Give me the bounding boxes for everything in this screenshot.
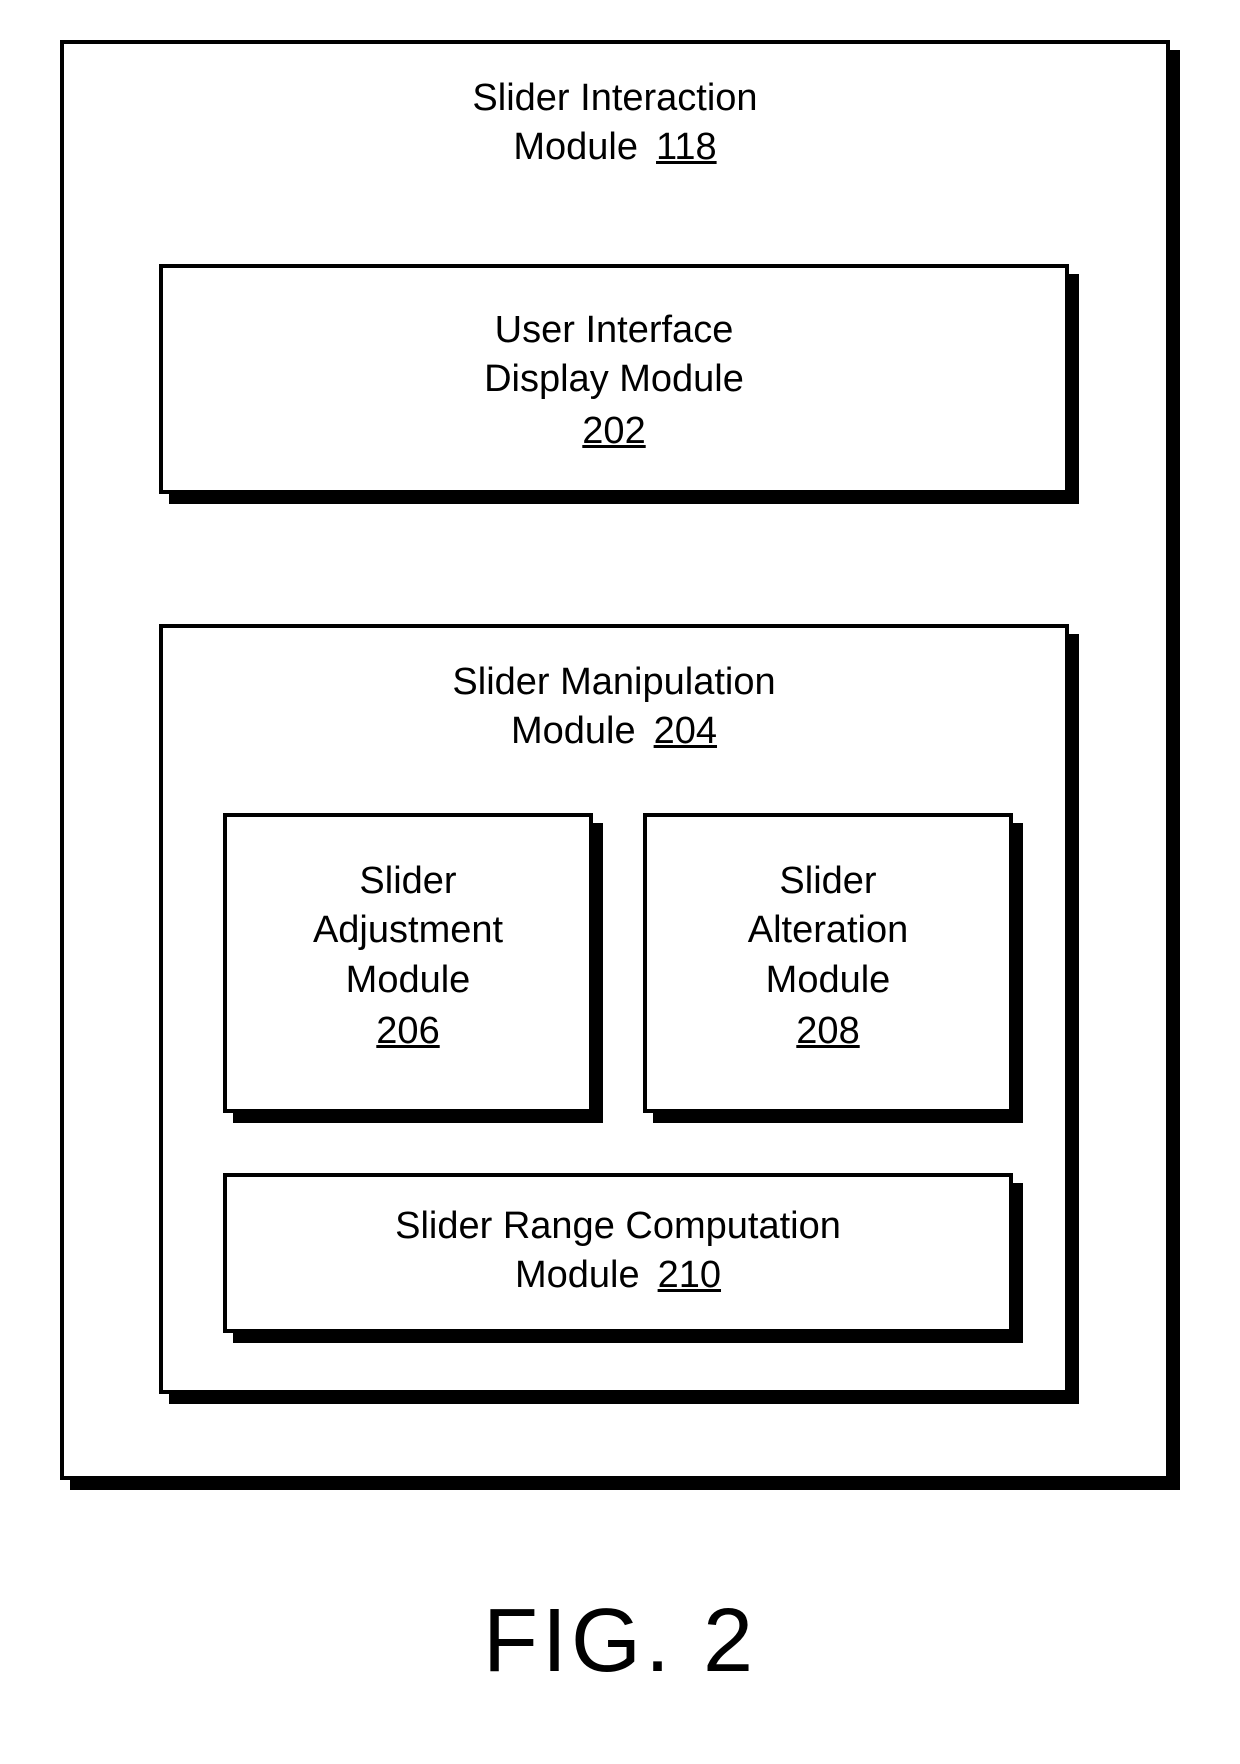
adj-line2: Adjustment [227,906,589,955]
slider-manipulation-module-title: Slider Manipulation Module 204 [163,658,1065,757]
slider-manipulation-module-box: Slider Manipulation Module 204 Slider Adj… [159,624,1069,1394]
figure-label: FIG. 2 [0,1590,1240,1693]
ui-display-line1: User Interface [163,306,1065,355]
user-interface-display-module-title: User Interface Display Module 202 [163,306,1065,456]
range-line2: Module [515,1254,640,1296]
ui-display-ref: 202 [163,407,1065,456]
diagram-canvas: Slider Interaction Module 118 User Interf… [60,40,1180,1490]
range-line1: Slider Range Computation [227,1202,1009,1251]
manip-ref: 204 [654,710,717,752]
manip-line1: Slider Manipulation [163,658,1065,707]
slider-adjustment-module-title: Slider Adjustment Module 206 [227,857,589,1057]
slider-interaction-module-title: Slider Interaction Module 118 [64,74,1166,173]
range-ref: 210 [658,1254,721,1296]
slider-interaction-ref: 118 [656,126,717,168]
alt-ref: 208 [647,1007,1009,1056]
slider-adjustment-module-box: Slider Adjustment Module 206 [223,813,593,1113]
user-interface-display-module-box: User Interface Display Module 202 [159,264,1069,494]
slider-alteration-module-title: Slider Alteration Module 208 [647,857,1009,1057]
slider-alteration-module-box: Slider Alteration Module 208 [643,813,1013,1113]
ui-display-line2: Display Module [163,355,1065,404]
slider-interaction-module-box: Slider Interaction Module 118 User Interf… [60,40,1170,1480]
slider-range-computation-module-box: Slider Range Computation Module 210 [223,1173,1013,1333]
slider-range-computation-module-title: Slider Range Computation Module 210 [227,1202,1009,1301]
adj-ref: 206 [227,1007,589,1056]
slider-interaction-title-line1: Slider Interaction [64,74,1166,123]
manip-line2: Module [511,710,636,752]
alt-line3: Module [647,956,1009,1005]
adj-line1: Slider [227,857,589,906]
adj-line3: Module [227,956,589,1005]
alt-line2: Alteration [647,906,1009,955]
alt-line1: Slider [647,857,1009,906]
slider-interaction-title-line2: Module [513,126,638,168]
